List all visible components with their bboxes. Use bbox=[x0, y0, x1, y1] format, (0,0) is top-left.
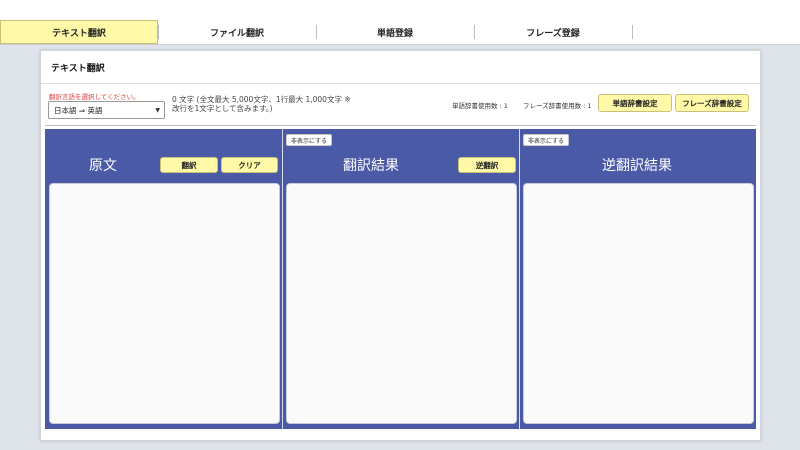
hide-reverse-button[interactable]: 非表示にする bbox=[523, 134, 570, 146]
tab-word-registration[interactable]: 単語登録 bbox=[316, 20, 474, 44]
tab-phrase-registration[interactable]: フレーズ登録 bbox=[474, 20, 632, 44]
source-panel-title: 原文 bbox=[89, 158, 117, 174]
result-textarea[interactable] bbox=[286, 183, 517, 424]
tab-bar-spacer bbox=[632, 20, 800, 44]
title-divider bbox=[41, 83, 760, 84]
tab-bar: テキスト翻訳 ファイル翻訳 単語登録 フレーズ登録 bbox=[0, 20, 800, 45]
reverse-textarea[interactable] bbox=[523, 183, 754, 424]
tab-text-translation[interactable]: テキスト翻訳 bbox=[0, 20, 158, 44]
panel-divider bbox=[282, 129, 283, 429]
hide-result-button[interactable]: 非表示にする bbox=[286, 134, 333, 146]
text-translation-card: テキスト翻訳 翻訳言語を選択してください。 日本語 ⇒ 英語 ▼ 0 文字 (全… bbox=[40, 50, 761, 441]
language-hint: 翻訳言語を選択してください。 bbox=[49, 93, 140, 101]
caret-down-icon: ▼ bbox=[155, 107, 160, 114]
character-count-info: 0 文字 (全文最大 5,000文字、1行最大 1,000文字 ※改行を1文字と… bbox=[172, 95, 351, 113]
panel-divider bbox=[519, 129, 520, 429]
source-textarea[interactable] bbox=[49, 183, 280, 424]
word-dict-settings-button[interactable]: 単語辞書設定 bbox=[598, 94, 672, 112]
word-dict-count: 単語辞書使用数 : 1 bbox=[452, 102, 508, 110]
translation-panels: 原文 翻訳 クリア 非表示にする 翻訳結果 逆翻訳 非表示にする 逆翻訳結果 bbox=[45, 129, 756, 429]
reverse-translate-button[interactable]: 逆翻訳 bbox=[458, 157, 516, 173]
card-title: テキスト翻訳 bbox=[51, 64, 105, 74]
controls-divider bbox=[45, 125, 756, 126]
translate-button[interactable]: 翻訳 bbox=[160, 157, 218, 173]
clear-button[interactable]: クリア bbox=[221, 157, 278, 173]
phrase-dict-settings-button[interactable]: フレーズ辞書設定 bbox=[675, 94, 749, 112]
language-select[interactable]: 日本語 ⇒ 英語 ▼ bbox=[48, 101, 165, 119]
tab-file-translation[interactable]: ファイル翻訳 bbox=[158, 20, 316, 44]
result-panel-title: 翻訳結果 bbox=[343, 158, 399, 174]
top-strip bbox=[0, 0, 800, 20]
language-select-value: 日本語 ⇒ 英語 bbox=[54, 105, 103, 115]
phrase-dict-count: フレーズ辞書使用数 : 1 bbox=[523, 102, 592, 110]
reverse-panel-title: 逆翻訳結果 bbox=[602, 158, 672, 174]
